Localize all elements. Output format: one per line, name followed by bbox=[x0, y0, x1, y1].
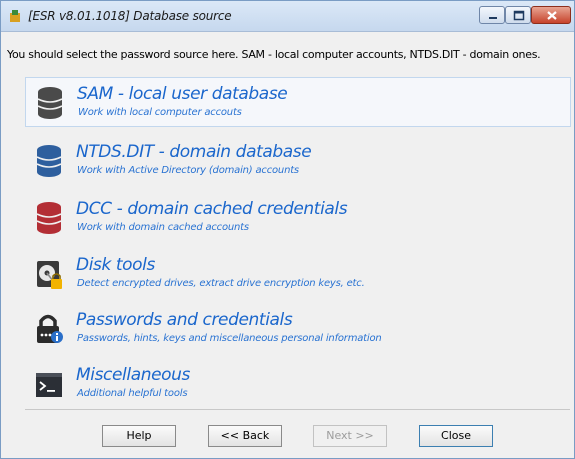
option-description: Detect encrypted drives, extract drive e… bbox=[77, 278, 365, 289]
option-description: Work with Active Directory (domain) acco… bbox=[77, 165, 299, 176]
intro-text: You should select the password source he… bbox=[7, 48, 541, 61]
divider bbox=[25, 409, 570, 410]
option-description: Work with domain cached accounts bbox=[77, 222, 249, 233]
minimize-button[interactable] bbox=[479, 6, 505, 24]
option-description: Passwords, hints, keys and miscellaneous… bbox=[77, 333, 382, 344]
next-button[interactable]: Next >> bbox=[313, 425, 387, 447]
dialog-window: [ESR v8.01.1018] Database source You sho… bbox=[0, 0, 575, 459]
title-bar[interactable]: [ESR v8.01.1018] Database source bbox=[1, 1, 574, 32]
option-description: Work with local computer accouts bbox=[78, 107, 242, 118]
app-icon bbox=[10, 10, 20, 22]
option-miscellaneous[interactable]: Miscellaneous Additional helpful tools bbox=[25, 359, 571, 409]
maximize-button[interactable] bbox=[505, 6, 531, 24]
option-disk-tools[interactable]: Disk tools Detect encrypted drives, extr… bbox=[25, 249, 571, 299]
close-window-button[interactable] bbox=[531, 6, 571, 24]
option-label: Disk tools bbox=[76, 255, 155, 275]
option-passwords[interactable]: Passwords and credentials Passwords, hin… bbox=[25, 304, 571, 354]
option-label: Passwords and credentials bbox=[76, 310, 293, 330]
minimize-icon bbox=[489, 17, 497, 19]
maximize-icon bbox=[513, 10, 525, 21]
help-button[interactable]: Help bbox=[102, 425, 176, 447]
option-sam[interactable]: SAM - local user database Work with loca… bbox=[25, 77, 571, 127]
database-blue-icon bbox=[36, 145, 62, 177]
terminal-icon bbox=[36, 373, 62, 397]
database-red-icon bbox=[36, 202, 62, 234]
disk-lock-icon bbox=[37, 261, 62, 289]
option-dcc[interactable]: DCC - domain cached credentials Work wit… bbox=[25, 193, 571, 243]
option-ntds[interactable]: NTDS.DIT - domain database Work with Act… bbox=[25, 136, 571, 186]
option-label: NTDS.DIT - domain database bbox=[76, 142, 312, 162]
padlock-info-icon bbox=[37, 314, 63, 343]
back-button[interactable]: << Back bbox=[208, 425, 282, 447]
option-label: DCC - domain cached credentials bbox=[76, 199, 348, 219]
close-button[interactable]: Close bbox=[419, 425, 493, 447]
option-label: SAM - local user database bbox=[77, 84, 288, 104]
option-description: Additional helpful tools bbox=[77, 388, 188, 399]
option-label: Miscellaneous bbox=[76, 365, 190, 385]
window-title: [ESR v8.01.1018] Database source bbox=[28, 9, 232, 23]
database-gray-icon bbox=[37, 87, 63, 119]
close-icon bbox=[547, 11, 557, 20]
